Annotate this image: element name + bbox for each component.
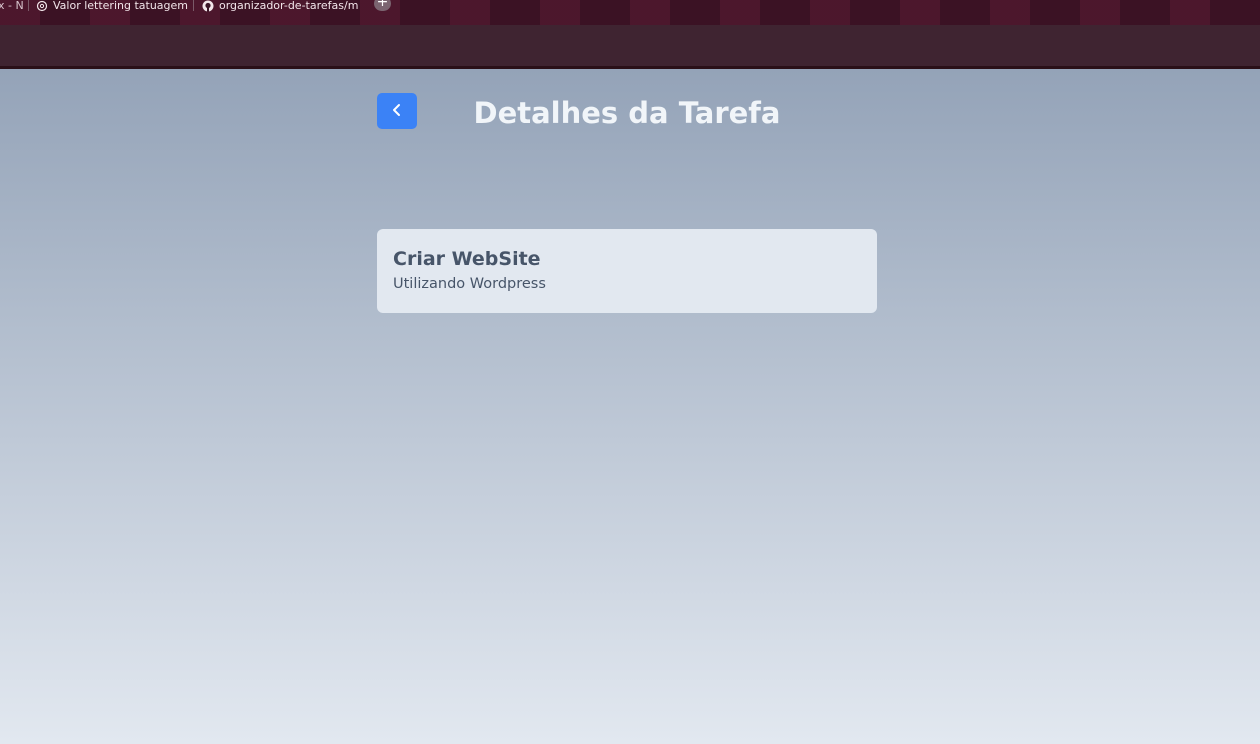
github-icon	[202, 0, 214, 12]
task-card: Criar WebSite Utilizando Wordpress	[377, 229, 877, 313]
tab-label: x - N	[0, 0, 24, 12]
browser-tab-valor-lettering[interactable]: Valor lettering tatuagem	[36, 0, 188, 12]
openai-icon	[36, 0, 48, 12]
tab-divider	[28, 0, 29, 11]
page-title: Detalhes da Tarefa	[473, 96, 781, 130]
browser-tab-organizador[interactable]: organizador-de-tarefas/m	[202, 0, 362, 12]
task-description: Utilizando Wordpress	[393, 276, 546, 292]
tab-label: organizador-de-tarefas/m	[219, 0, 359, 12]
browser-toolbar	[0, 25, 1260, 69]
browser-tab-bar: x - N Valor lettering tatuagem organizad…	[0, 0, 1260, 25]
browser-tab-partial[interactable]: x - N	[0, 0, 24, 12]
tab-label: Valor lettering tatuagem	[53, 0, 189, 12]
page-content: Detalhes da Tarefa Criar WebSite Utiliza…	[0, 69, 1260, 744]
task-title: Criar WebSite	[393, 248, 541, 270]
new-tab-button[interactable]: +	[374, 0, 391, 11]
tab-divider	[193, 0, 194, 11]
